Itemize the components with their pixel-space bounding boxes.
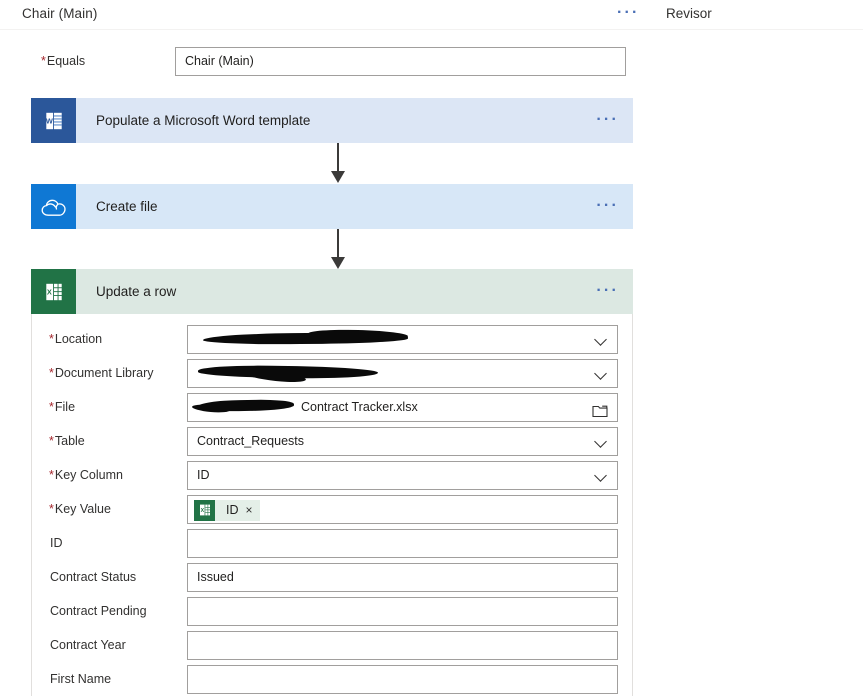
field-label-text: Contract Status (50, 570, 137, 584)
required-indicator: * (41, 54, 46, 68)
field-label: Contract Pending (32, 604, 187, 618)
field-label-text: Location (54, 332, 103, 346)
field-label-text: Document Library (54, 366, 154, 380)
card-header[interactable]: Create file ··· (31, 184, 633, 229)
card-more-options-icon[interactable]: ··· (596, 198, 619, 214)
field-row-id: ID (32, 526, 632, 560)
svg-text:W: W (45, 116, 52, 125)
key-value-input[interactable]: X ID × (187, 494, 618, 524)
contract-pending-input[interactable] (187, 596, 618, 626)
field-label: First Name (32, 672, 187, 686)
card-title: Create file (96, 199, 158, 214)
field-row-contract-pending: Contract Pending (32, 594, 632, 628)
field-label: Contract Year (32, 638, 187, 652)
field-label: *Location (32, 332, 187, 346)
header-divider (0, 29, 863, 30)
field-label-text: ID (50, 536, 63, 550)
flow-connector-arrow (330, 143, 348, 183)
top-bar: Chair (Main) ··· Revisor (0, 0, 863, 29)
id-input[interactable] (187, 528, 618, 558)
contract-year-input[interactable] (187, 630, 618, 660)
field-row-first-name: First Name (32, 662, 632, 696)
field-row-table: *Table Contract_Requests (32, 424, 632, 458)
field-value: ID (197, 467, 210, 482)
required-indicator: * (49, 366, 54, 380)
required-indicator: * (49, 468, 54, 482)
field-value: Contract_Requests (197, 433, 305, 448)
field-label: *File (32, 400, 187, 414)
card-title: Populate a Microsoft Word template (96, 113, 311, 128)
field-row-contract-year: Contract Year (32, 628, 632, 662)
card-header[interactable]: X Update a row ··· (31, 269, 633, 314)
field-row-key-column: *Key Column ID (32, 458, 632, 492)
svg-text:X: X (46, 287, 51, 296)
field-row-file: *File Contract Tracker.xlsx (32, 390, 632, 424)
file-picker-input[interactable]: Contract Tracker.xlsx (187, 392, 618, 422)
action-card-populate-word-template[interactable]: W Populate a Microsoft Word template ··· (31, 98, 633, 143)
contract-status-input[interactable]: Issued (187, 562, 618, 592)
card-more-options-icon[interactable]: ··· (596, 283, 619, 299)
key-column-dropdown[interactable]: ID (187, 460, 618, 490)
svg-text:X: X (200, 508, 204, 514)
remove-token-icon[interactable]: × (246, 500, 253, 521)
document-library-dropdown[interactable] (187, 358, 618, 388)
field-label: *Key Value (32, 502, 187, 516)
field-label-text: Contract Pending (50, 604, 147, 618)
equals-label-text: Equals (46, 54, 86, 68)
field-label-text: Key Column (54, 468, 123, 482)
required-indicator: * (49, 400, 54, 414)
field-row-document-library: *Document Library (32, 356, 632, 390)
token-label: ID (226, 502, 239, 517)
field-label: *Document Library (32, 366, 187, 380)
first-name-input[interactable] (187, 664, 618, 694)
card-more-options-icon[interactable]: ··· (596, 112, 619, 128)
field-label-text: Key Value (54, 502, 111, 516)
field-value: Contract Tracker.xlsx (301, 399, 418, 414)
equals-condition-row: *Equals Chair (Main) (0, 47, 640, 77)
card-title: Update a row (96, 284, 177, 299)
table-dropdown[interactable]: Contract_Requests (187, 426, 618, 456)
chevron-down-icon[interactable] (596, 437, 607, 448)
field-label: ID (32, 536, 187, 550)
onedrive-cloud-icon (31, 184, 76, 229)
excel-icon: X (31, 269, 76, 314)
equals-label: *Equals (41, 54, 85, 68)
field-row-location: *Location (32, 322, 632, 356)
required-indicator: * (49, 332, 54, 346)
connector-line (337, 229, 339, 259)
folder-picker-icon[interactable] (592, 401, 608, 417)
field-row-key-value: *Key Value X ID × (32, 492, 632, 526)
word-icon: W (31, 98, 76, 143)
revisor-label: Revisor (666, 6, 712, 21)
field-label: *Table (32, 434, 187, 448)
field-label-text: Table (54, 434, 85, 448)
card-header[interactable]: W Populate a Microsoft Word template ··· (31, 98, 633, 143)
update-row-fields-panel: *Location *Document Library *File Contra… (31, 314, 633, 696)
arrow-head-icon (331, 257, 345, 269)
action-card-create-file[interactable]: Create file ··· (31, 184, 633, 229)
excel-token-icon: X (194, 499, 215, 521)
field-label-text: Contract Year (50, 638, 126, 652)
arrow-head-icon (331, 171, 345, 183)
field-label: Contract Status (32, 570, 187, 584)
more-options-icon[interactable]: ··· (617, 5, 640, 21)
page-title: Chair (Main) (22, 6, 98, 21)
field-row-contract-status: Contract Status Issued (32, 560, 632, 594)
location-dropdown[interactable] (187, 324, 618, 354)
chevron-down-icon[interactable] (596, 471, 607, 482)
dynamic-content-token[interactable]: X ID × (194, 499, 260, 521)
chevron-down-icon[interactable] (596, 369, 607, 380)
field-label-text: File (54, 400, 76, 414)
action-card-update-a-row[interactable]: X Update a row ··· *Location *Document L… (31, 269, 633, 696)
required-indicator: * (49, 434, 54, 448)
flow-connector-arrow (330, 229, 348, 269)
connector-line (337, 143, 339, 173)
required-indicator: * (49, 502, 54, 516)
chevron-down-icon[interactable] (596, 335, 607, 346)
field-label: *Key Column (32, 468, 187, 482)
equals-input[interactable]: Chair (Main) (175, 47, 626, 76)
field-label-text: First Name (50, 672, 112, 686)
